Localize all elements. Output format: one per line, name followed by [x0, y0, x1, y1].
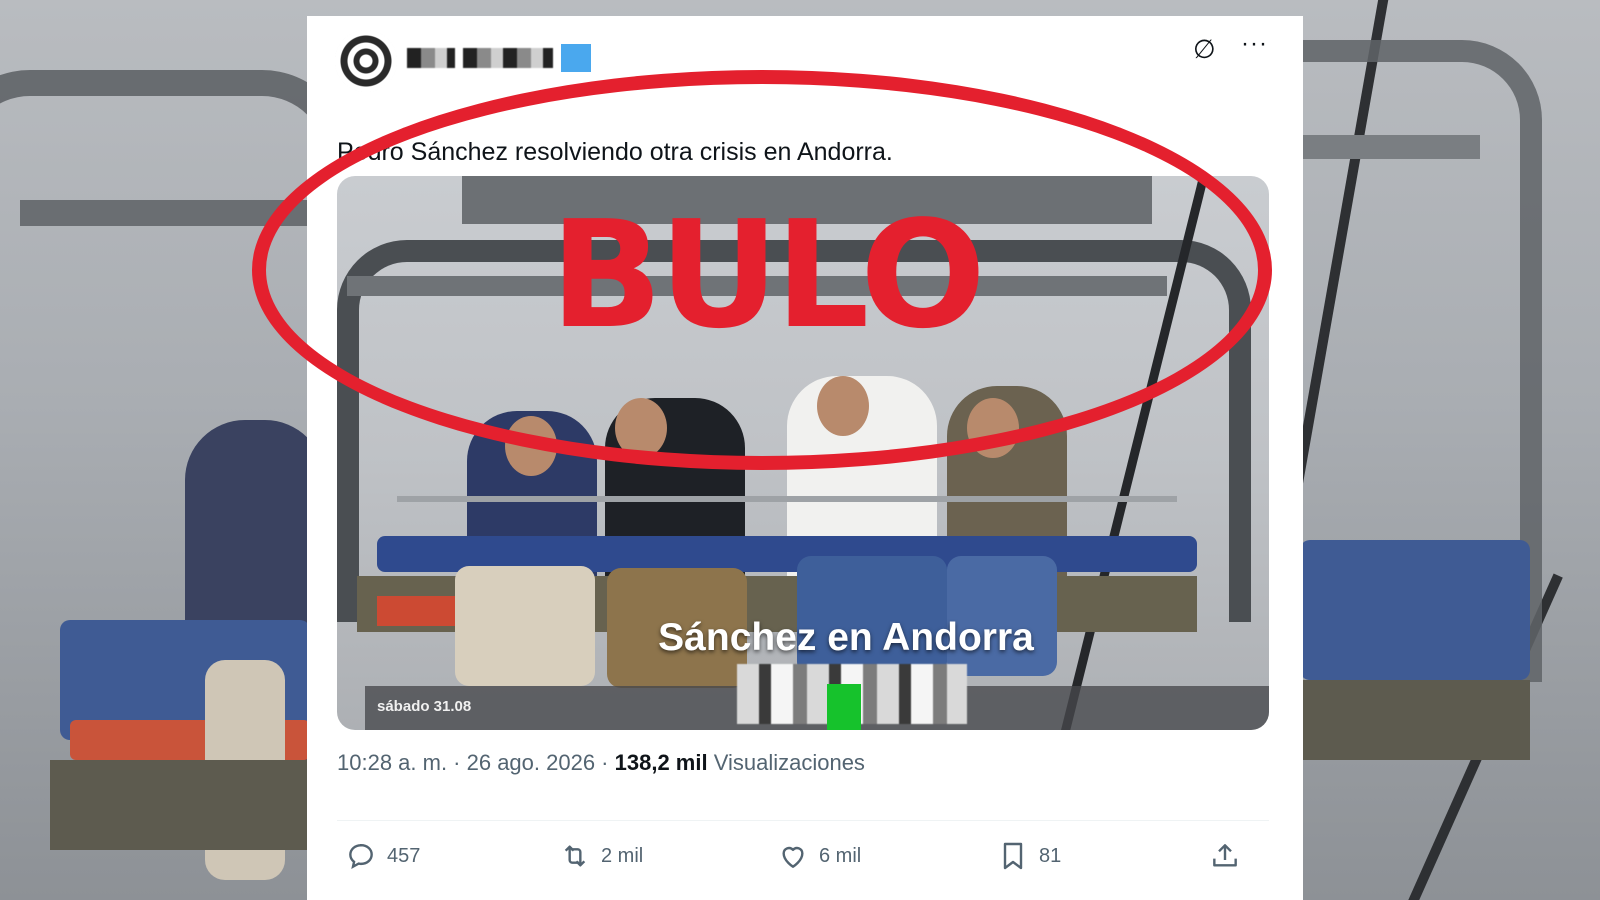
more-icon[interactable]: ··· [1241, 30, 1268, 58]
tweet-text: Pedro Sánchez resolviendo otra crisis en… [337, 138, 893, 166]
grok-icon[interactable]: ∅ [1193, 34, 1216, 65]
share-button[interactable] [1209, 840, 1241, 872]
repost-button[interactable]: 2 mil [559, 840, 643, 872]
repost-count: 2 mil [601, 844, 644, 867]
media-caption: Sánchez en Andorra [658, 616, 1034, 659]
pixelated-name-block [407, 48, 455, 68]
action-bar: 457 2 mil 6 mil 81 [337, 840, 1269, 880]
pixelated-handle-block [463, 48, 553, 68]
bookmark-button[interactable]: 81 [997, 840, 1061, 872]
like-count: 6 mil [819, 844, 862, 867]
views-count: 138,2 mil [614, 750, 708, 775]
pixelated-logo-green [827, 684, 861, 730]
author-name-pixelated[interactable] [407, 44, 591, 72]
media-date-label: sábado 31.08 [377, 698, 472, 715]
tweet-card: ∅ ··· Pedro Sánchez resolviendo otra cri… [307, 16, 1303, 900]
tweet-timestamp[interactable]: 10:28 a. m. · 26 ago. 2026 · [337, 750, 615, 775]
share-icon [1213, 844, 1237, 867]
like-button[interactable]: 6 mil [777, 840, 861, 872]
bookmark-count: 81 [1039, 844, 1062, 867]
reply-count: 457 [387, 844, 421, 867]
repost-icon [564, 845, 586, 867]
reply-icon [349, 843, 373, 869]
avatar[interactable] [335, 30, 397, 92]
verified-badge-icon [561, 44, 591, 72]
divider [337, 820, 1269, 821]
bulo-stamp-text: BULO [550, 189, 986, 361]
tweet-meta: 10:28 a. m. · 26 ago. 2026 · 138,2 mil V… [337, 750, 865, 776]
reply-button[interactable]: 457 [345, 840, 420, 872]
views-label: Visualizaciones [707, 750, 865, 775]
like-icon [782, 846, 804, 868]
bookmark-icon [1003, 842, 1023, 870]
